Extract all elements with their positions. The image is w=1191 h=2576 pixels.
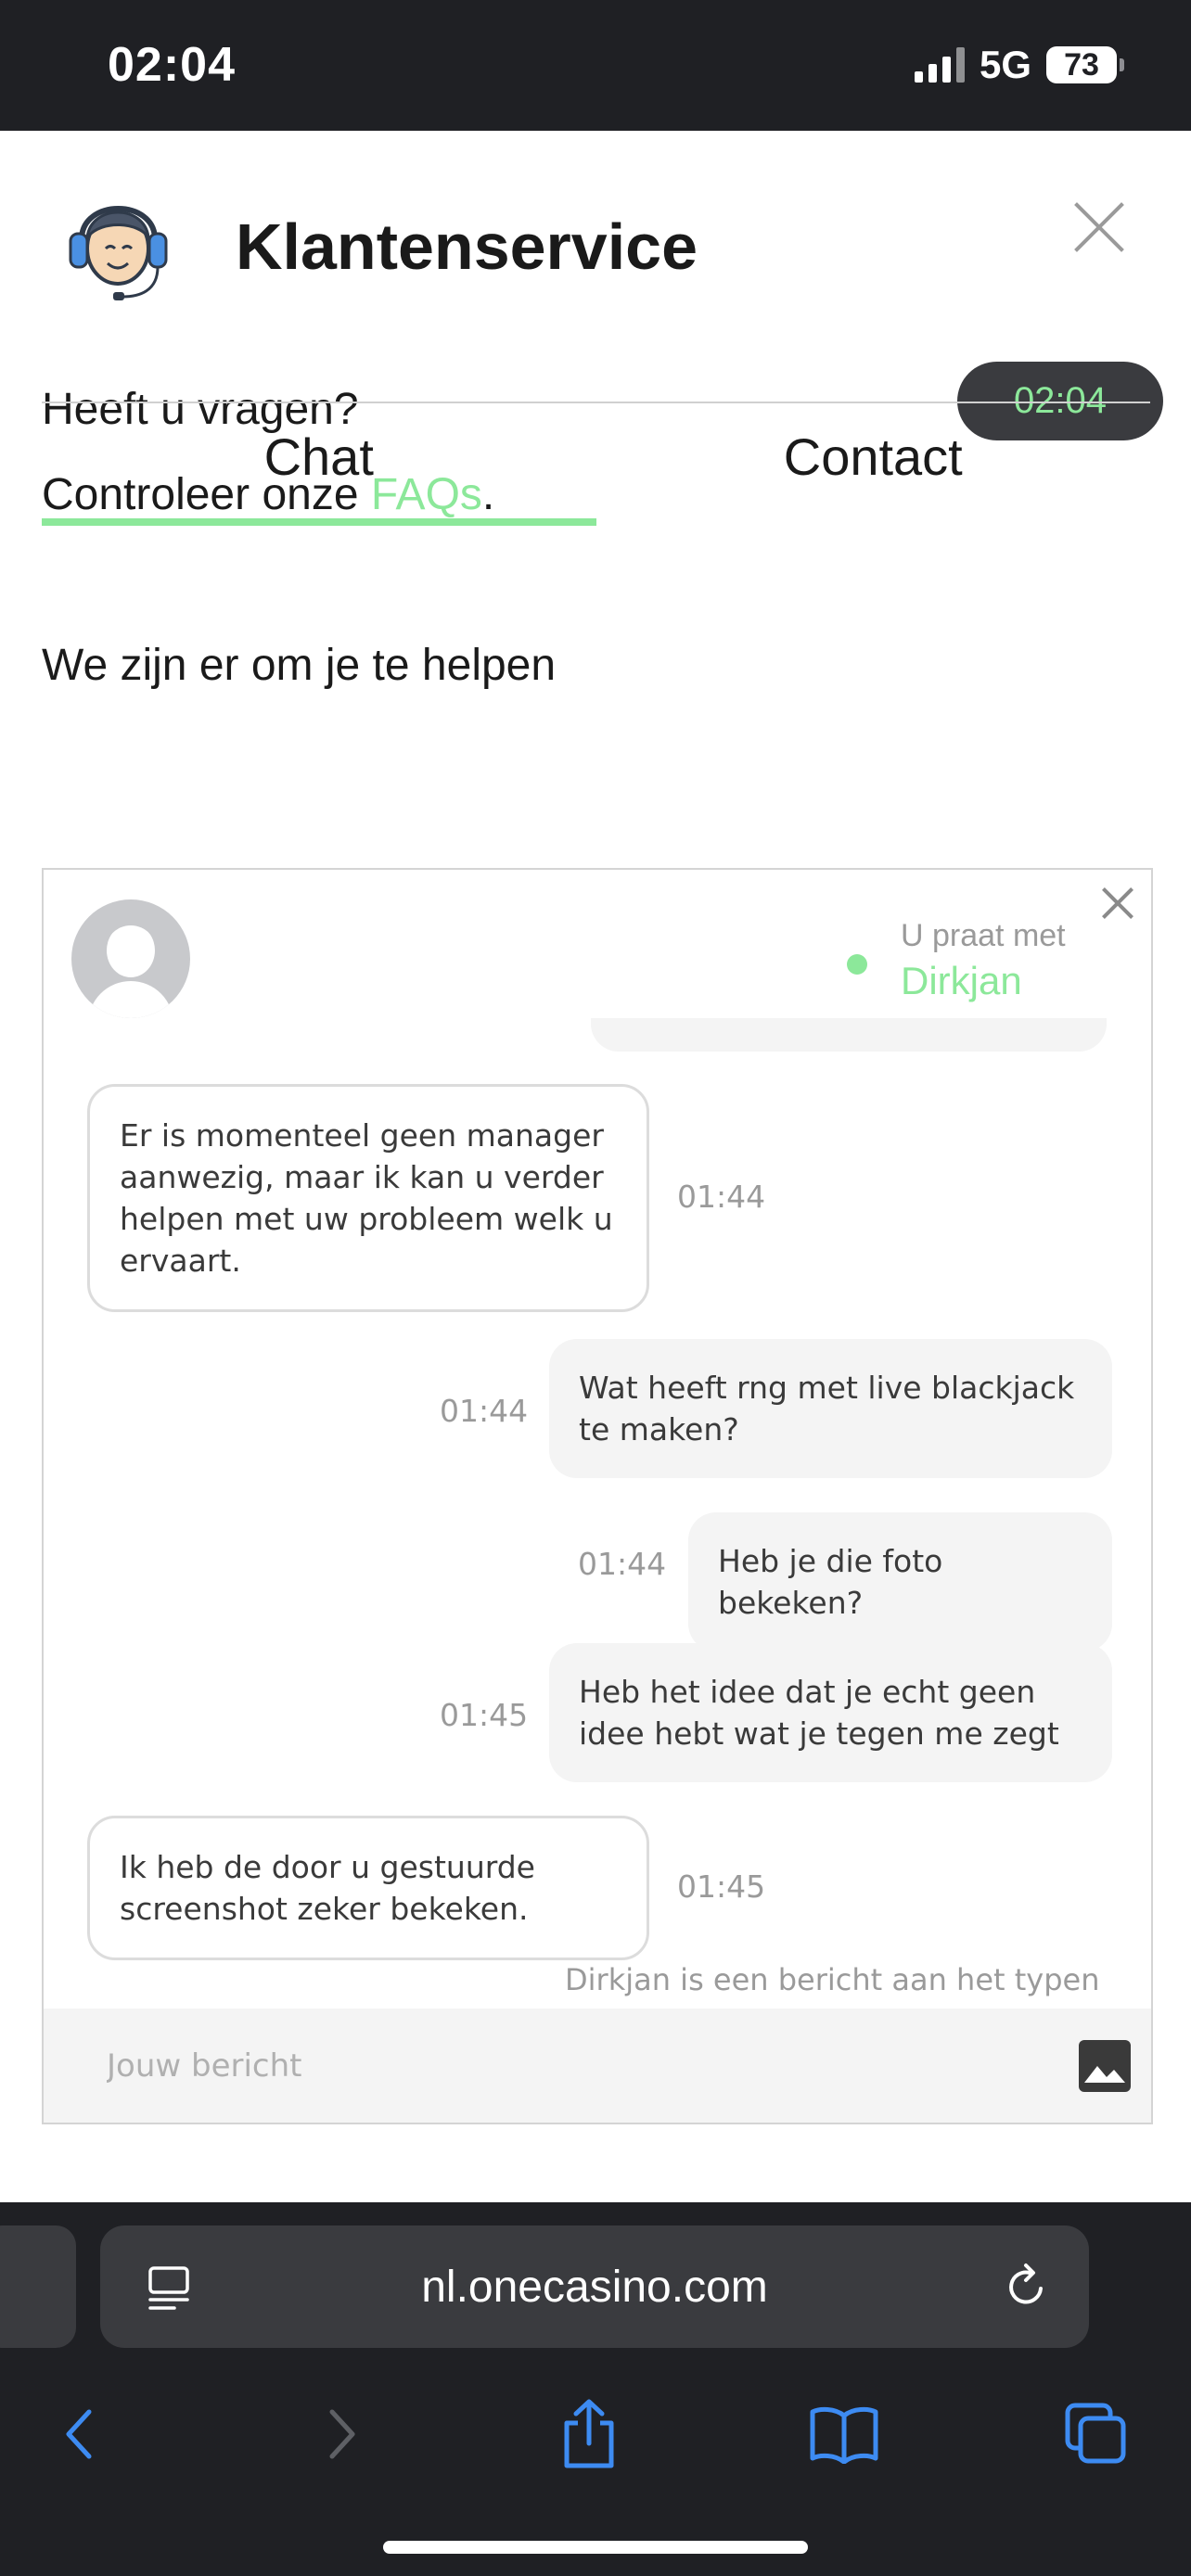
agent-name: Dirkjan	[901, 959, 1022, 1002]
signal-icon	[914, 47, 965, 83]
talking-to-label: U praat met	[901, 918, 1066, 953]
battery-icon: 73	[1046, 46, 1124, 83]
status-bar: 02:04 5G 73	[0, 0, 1191, 131]
page-title: Klantenservice	[236, 210, 698, 283]
typing-indicator: Dirkjan is een bericht aan het typen	[565, 1962, 1100, 1997]
back-icon[interactable]	[39, 2392, 122, 2476]
image-upload-icon[interactable]	[1079, 2040, 1131, 2092]
message-outgoing: Wat heeft rng met live blackjack te make…	[549, 1339, 1112, 1478]
help-heading: We zijn er om je te helpen	[42, 641, 557, 690]
reload-icon[interactable]	[1002, 2263, 1050, 2311]
message-input[interactable]	[107, 2036, 1034, 2096]
message-incoming: Ik heb de door u gestuurde screenshot ze…	[87, 1816, 649, 1960]
share-icon[interactable]	[547, 2392, 631, 2476]
close-button[interactable]	[1071, 199, 1127, 255]
browser-toolbar	[0, 2374, 1191, 2504]
support-agent-icon	[69, 206, 168, 300]
forward-icon[interactable]	[299, 2392, 382, 2476]
chat-close-icon[interactable]	[1101, 886, 1134, 920]
network-label: 5G	[979, 43, 1031, 86]
previous-tab[interactable]	[0, 2225, 76, 2348]
status-time: 02:04	[108, 38, 236, 92]
chat-widget: U praat met Dirkjan Er is momenteel geen…	[42, 868, 1153, 2124]
message-outgoing: Heb het idee dat je echt geen idee hebt …	[549, 1643, 1112, 1782]
online-status-dot	[847, 954, 867, 975]
message-time: 01:44	[677, 1179, 766, 1215]
tab-chat[interactable]: Chat	[42, 403, 596, 526]
browser-chrome: nl.onecasino.com	[0, 2202, 1191, 2576]
status-indicators: 5G 73	[914, 43, 1124, 87]
message-time: 01:44	[578, 1546, 667, 1582]
message-composer	[44, 2009, 1151, 2123]
home-indicator[interactable]	[383, 2541, 808, 2554]
message-time: 01:45	[677, 1868, 766, 1905]
tab-contact[interactable]: Contact	[596, 403, 1151, 510]
tab-bar: Chat Contact	[42, 403, 1151, 526]
address-bar[interactable]: nl.onecasino.com	[100, 2225, 1089, 2348]
message-outgoing: Heb je die foto bekeken?	[688, 1512, 1112, 1651]
message-time: 01:45	[440, 1697, 529, 1733]
agent-avatar	[71, 899, 190, 1018]
message-incoming: Er is momenteel geen manager aanwezig, m…	[87, 1084, 649, 1312]
message-time: 01:44	[440, 1393, 529, 1429]
previous-message-edge	[591, 1018, 1107, 1052]
battery-level: 73	[1064, 46, 1099, 83]
bookmarks-icon[interactable]	[802, 2392, 886, 2476]
url-text: nl.onecasino.com	[421, 2262, 768, 2312]
tabs-icon[interactable]	[1055, 2392, 1138, 2476]
